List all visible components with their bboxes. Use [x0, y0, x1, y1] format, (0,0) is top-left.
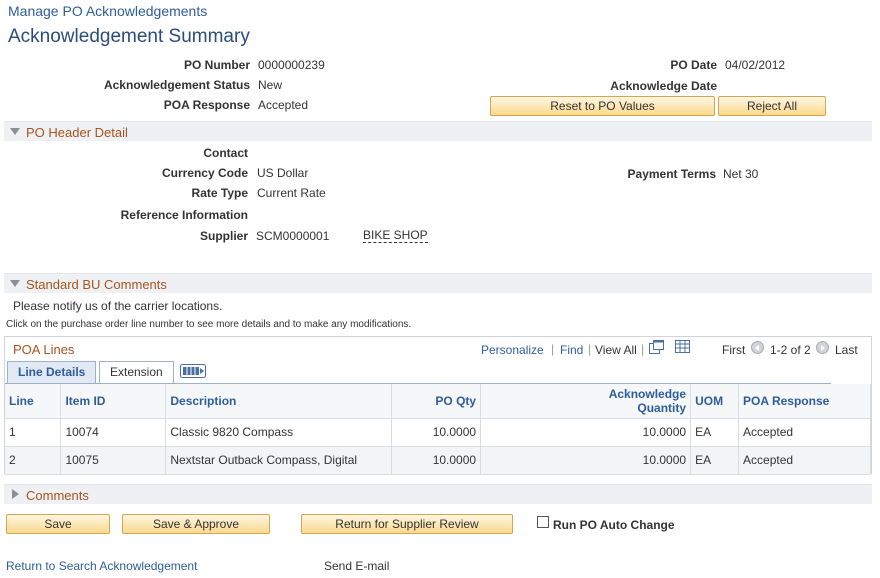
- new-window-icon[interactable]: [649, 340, 664, 357]
- return-for-supplier-review-button[interactable]: Return for Supplier Review: [301, 514, 513, 534]
- find-link[interactable]: Find: [560, 343, 583, 357]
- previous-arrow-icon[interactable]: [751, 341, 764, 355]
- view-all-link[interactable]: View All: [595, 343, 637, 357]
- response-cell: Accepted: [739, 418, 871, 446]
- column-header-poa-response[interactable]: POA Response: [739, 384, 871, 418]
- poa-lines-table: Line Item ID Description PO Qty Acknowle…: [5, 384, 871, 475]
- comments-section[interactable]: Comments: [4, 484, 872, 504]
- table-row: 1 10074 Classic 9820 Compass 10.0000 10.…: [5, 418, 871, 446]
- ack-status-value: New: [258, 78, 282, 92]
- save-button[interactable]: Save: [6, 514, 110, 534]
- poa-lines-grid: POA Lines Personalize | Find | View All …: [4, 336, 872, 474]
- separator: |: [551, 342, 554, 356]
- triangle-down-icon[interactable]: [10, 280, 20, 287]
- section-title[interactable]: PO Header Detail: [26, 125, 128, 140]
- column-header-description[interactable]: Description: [166, 384, 392, 418]
- grid-title: POA Lines: [13, 342, 74, 357]
- po-qty-cell: 10.0000: [392, 418, 481, 446]
- return-to-search-link[interactable]: Return to Search Acknowledgement: [6, 559, 197, 573]
- ack-qty-cell: 10.0000: [481, 418, 691, 446]
- description-cell: Classic 9820 Compass: [166, 418, 392, 446]
- tab-line-details[interactable]: Line Details: [7, 361, 96, 383]
- payment-terms-value: Net 30: [723, 167, 758, 181]
- po-qty-cell: 10.0000: [392, 446, 481, 474]
- section-title[interactable]: Standard BU Comments: [26, 277, 167, 292]
- instruction-text: Click on the purchase order line number …: [6, 319, 411, 330]
- column-header-acknowledge-quantity[interactable]: Acknowledge Quantity: [481, 384, 691, 418]
- description-cell: Nextstar Outback Compass, Digital: [166, 446, 392, 474]
- send-email-link[interactable]: Send E-mail: [324, 559, 389, 573]
- rate-type-label: Rate Type: [192, 186, 248, 200]
- ack-qty-cell: 10.0000: [481, 446, 691, 474]
- table-row: 2 10075 Nextstar Outback Compass, Digita…: [5, 446, 871, 474]
- run-po-auto-change-label[interactable]: Run PO Auto Change: [553, 518, 675, 532]
- run-po-auto-change-checkbox[interactable]: [537, 516, 549, 528]
- separator: |: [641, 342, 644, 356]
- first-label: First: [722, 343, 745, 357]
- poa-response-label: POA Response: [164, 98, 250, 112]
- column-header-po-qty[interactable]: PO Qty: [392, 384, 481, 418]
- ack-status-label: Acknowledgement Status: [104, 78, 250, 92]
- ack-date-label: Acknowledge Date: [610, 79, 717, 93]
- reference-information-label: Reference Information: [121, 208, 248, 222]
- reset-to-po-values-button[interactable]: Reset to PO Values: [490, 96, 715, 116]
- supplier-id-value: SCM0000001: [256, 229, 329, 243]
- show-all-columns-icon[interactable]: [180, 364, 206, 381]
- po-number-value: 0000000239: [258, 58, 325, 72]
- uom-cell: EA: [691, 418, 739, 446]
- response-cell: Accepted: [739, 446, 871, 474]
- spreadsheet-icon[interactable]: [675, 340, 690, 356]
- bu-comments-text: Please notify us of the carrier location…: [13, 299, 222, 313]
- next-arrow-icon[interactable]: [816, 341, 829, 355]
- line-number-link[interactable]: 1: [5, 418, 61, 446]
- contact-label: Contact: [203, 146, 248, 160]
- supplier-label: Supplier: [200, 229, 248, 243]
- poa-response-value: Accepted: [258, 98, 308, 112]
- po-date-value: 04/02/2012: [725, 58, 785, 72]
- row-range: 1-2 of 2: [770, 343, 811, 357]
- currency-code-label: Currency Code: [162, 166, 248, 180]
- reject-all-button[interactable]: Reject All: [718, 96, 826, 116]
- item-id-cell: 10075: [61, 446, 166, 474]
- grid-header: POA Lines Personalize | Find | View All …: [5, 337, 871, 361]
- column-header-uom[interactable]: UOM: [691, 384, 739, 418]
- currency-code-value: US Dollar: [257, 166, 308, 180]
- item-id-cell: 10074: [61, 418, 166, 446]
- standard-bu-comments-section[interactable]: Standard BU Comments: [4, 273, 872, 293]
- breadcrumb[interactable]: Manage PO Acknowledgements: [8, 3, 207, 19]
- line-number-link[interactable]: 2: [5, 446, 61, 474]
- triangle-down-icon[interactable]: [10, 128, 20, 135]
- po-number-label: PO Number: [184, 58, 250, 72]
- tab-extension[interactable]: Extension: [99, 361, 174, 383]
- uom-cell: EA: [691, 446, 739, 474]
- personalize-link[interactable]: Personalize: [481, 343, 544, 357]
- po-date-label: PO Date: [670, 58, 717, 72]
- page-title: Acknowledgement Summary: [8, 26, 250, 48]
- triangle-right-icon[interactable]: [12, 489, 19, 499]
- last-label: Last: [835, 343, 858, 357]
- payment-terms-label: Payment Terms: [628, 167, 716, 181]
- column-header-item-id[interactable]: Item ID: [61, 384, 166, 418]
- column-header-line[interactable]: Line: [5, 384, 61, 418]
- supplier-name-link[interactable]: BIKE SHOP: [363, 229, 428, 243]
- section-title[interactable]: Comments: [26, 488, 89, 503]
- po-header-detail-section[interactable]: PO Header Detail: [4, 121, 872, 141]
- rate-type-value: Current Rate: [257, 186, 326, 200]
- separator: |: [588, 342, 591, 356]
- save-and-approve-button[interactable]: Save & Approve: [122, 514, 270, 534]
